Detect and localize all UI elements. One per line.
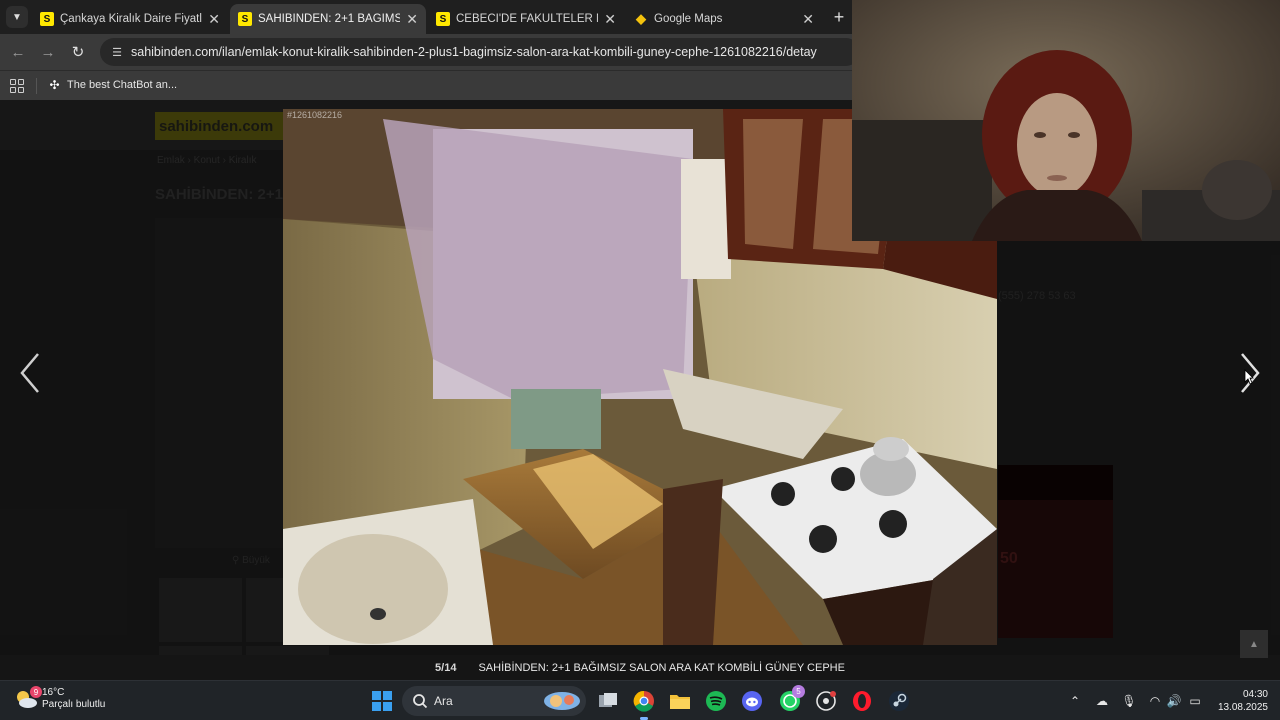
back-button[interactable]: ← (8, 42, 28, 62)
search-placeholder: Ara (434, 694, 453, 708)
forward-button[interactable]: → (38, 42, 58, 62)
folder-icon (670, 695, 690, 709)
opera-button[interactable] (850, 689, 874, 713)
browser-toolbar: ← → ↻ ☰ sahibinden.com/ilan/emlak-konut-… (0, 34, 860, 70)
weather-badge: 9 (30, 686, 42, 698)
spotify-button[interactable] (704, 689, 728, 713)
clock-date: 13.08.2025 (1217, 702, 1268, 713)
previous-photo-button[interactable] (16, 346, 44, 400)
tab-title: Google Maps (654, 13, 723, 25)
triangle-up-icon: ▲ (1249, 638, 1259, 650)
tab-title: CEBECİ'DE FAKÜLTELER MAHAL (456, 13, 598, 25)
steam-icon (889, 691, 909, 711)
task-view-icon (599, 693, 617, 707)
tab-sahibinden-listing[interactable]: S SAHİBİNDEN: 2+1 BAĞIMSIZ SA ✕ (230, 4, 426, 34)
webcam-overlay (852, 0, 1280, 241)
webcam-feed (852, 0, 1280, 241)
reload-button[interactable]: ↻ (68, 42, 88, 62)
chevron-down-icon: ▼ (12, 11, 22, 23)
file-explorer-button[interactable] (668, 689, 692, 713)
steam-button[interactable] (887, 689, 911, 713)
bookmarks-divider (36, 78, 37, 94)
bookmark-label: The best ChatBot an... (67, 78, 178, 91)
chrome-icon (633, 690, 654, 712)
chrome-taskbar-button[interactable] (632, 689, 656, 720)
tab-title: SAHİBİNDEN: 2+1 BAĞIMSIZ SA (258, 13, 401, 25)
onedrive-icon[interactable]: ☁ (1092, 691, 1112, 711)
reload-icon: ↻ (71, 44, 85, 61)
opera-icon (853, 691, 871, 711)
new-tab-button[interactable]: + (828, 6, 850, 28)
system-clock[interactable]: 04:30 13.08.2025 (1212, 688, 1268, 714)
windows-taskbar: 9 16°C Parçalı bulutlu Ara 5 ⌃ ☁ 🎙 ◠ 🔊 ▭… (0, 680, 1280, 720)
tab-title: Çankaya Kiralık Daire Fiyatları ve (60, 13, 202, 25)
partly-cloudy-icon: 9 (14, 686, 42, 710)
url-text[interactable]: sahibinden.com/ilan/emlak-konut-kiralik-… (131, 45, 817, 59)
tab-cebeci[interactable]: S CEBECİ'DE FAKÜLTELER MAHAL ✕ (428, 4, 624, 34)
tab-cankaya[interactable]: S Çankaya Kiralık Daire Fiyatları ve ✕ (32, 4, 228, 34)
bookmarks-bar: ✣ The best ChatBot an... (0, 70, 852, 100)
weather-description: Parçalı bulutlu (42, 699, 106, 710)
bookmark-chatbot[interactable]: ✣ The best ChatBot an... (48, 77, 178, 92)
weather-widget[interactable]: 9 16°C Parçalı bulutlu (14, 686, 106, 711)
wifi-icon[interactable]: ◠ (1145, 691, 1165, 711)
tab-search-button[interactable]: ▼ (6, 6, 28, 28)
volume-icon[interactable]: 🔊 (1164, 691, 1184, 711)
clock-time: 04:30 (1242, 689, 1268, 700)
whatsapp-button[interactable]: 5 (778, 685, 805, 713)
sahibinden-icon: S (238, 12, 252, 26)
close-icon[interactable]: ✕ (406, 11, 418, 28)
sahibinden-icon: S (436, 12, 450, 26)
gallery-caption: SAHİBİNDEN: 2+1 BAĞIMSIZ SALON ARA KAT K… (478, 661, 845, 674)
close-icon[interactable]: ✕ (802, 11, 814, 28)
chevron-up-icon: ⌃ (1069, 694, 1081, 708)
chatgpt-icon: ✣ (49, 77, 60, 92)
whatsapp-badge: 5 (792, 685, 805, 698)
screen: sahibinden.com Emlak › Konut › Kiralık S… (0, 0, 1280, 720)
scroll-to-top-button[interactable]: ▲ (1240, 630, 1268, 658)
plus-icon: + (833, 6, 845, 27)
taskbar-search-box[interactable]: Ara (402, 686, 586, 716)
apps-grid-icon[interactable] (10, 79, 24, 93)
mouse-cursor-icon (1244, 369, 1254, 385)
arrow-left-icon: ← (10, 43, 26, 61)
chevron-left-icon (20, 353, 39, 393)
site-info-icon[interactable]: ☰ (110, 45, 124, 59)
weather-temperature: 16°C (42, 687, 65, 698)
photo-counter: 5/14 (435, 661, 457, 674)
search-icon (413, 694, 428, 709)
browser-tab-strip: ▼ S Çankaya Kiralık Daire Fiyatları ve ✕… (0, 0, 852, 34)
gallery-caption-bar: 5/14 SAHİBİNDEN: 2+1 BAĞIMSIZ SALON ARA … (0, 655, 1280, 680)
discord-icon (742, 691, 762, 711)
spotify-icon (706, 691, 726, 711)
windows-start-icon[interactable] (372, 691, 392, 711)
discord-button[interactable] (740, 689, 764, 713)
search-highlight-icon (544, 692, 580, 710)
sahibinden-icon: S (40, 12, 54, 26)
show-hidden-icons-button[interactable]: ⌃ (1065, 691, 1085, 711)
arrow-right-icon: → (40, 43, 56, 61)
tab-google-maps[interactable]: ◆ Google Maps ✕ (626, 4, 822, 34)
task-view-button[interactable] (596, 689, 620, 713)
address-bar[interactable]: ☰ sahibinden.com/ilan/emlak-konut-kirali… (100, 38, 860, 66)
google-maps-icon: ◆ (636, 11, 646, 26)
battery-icon[interactable]: ▭ (1185, 691, 1205, 711)
photo-id-watermark: #1261082216 (287, 110, 343, 120)
close-icon[interactable]: ✕ (208, 11, 220, 28)
close-icon[interactable]: ✕ (604, 11, 616, 28)
microphone-icon[interactable]: 🎙 (1119, 691, 1139, 711)
gear-app-icon (816, 691, 836, 711)
app-button[interactable] (814, 689, 838, 713)
